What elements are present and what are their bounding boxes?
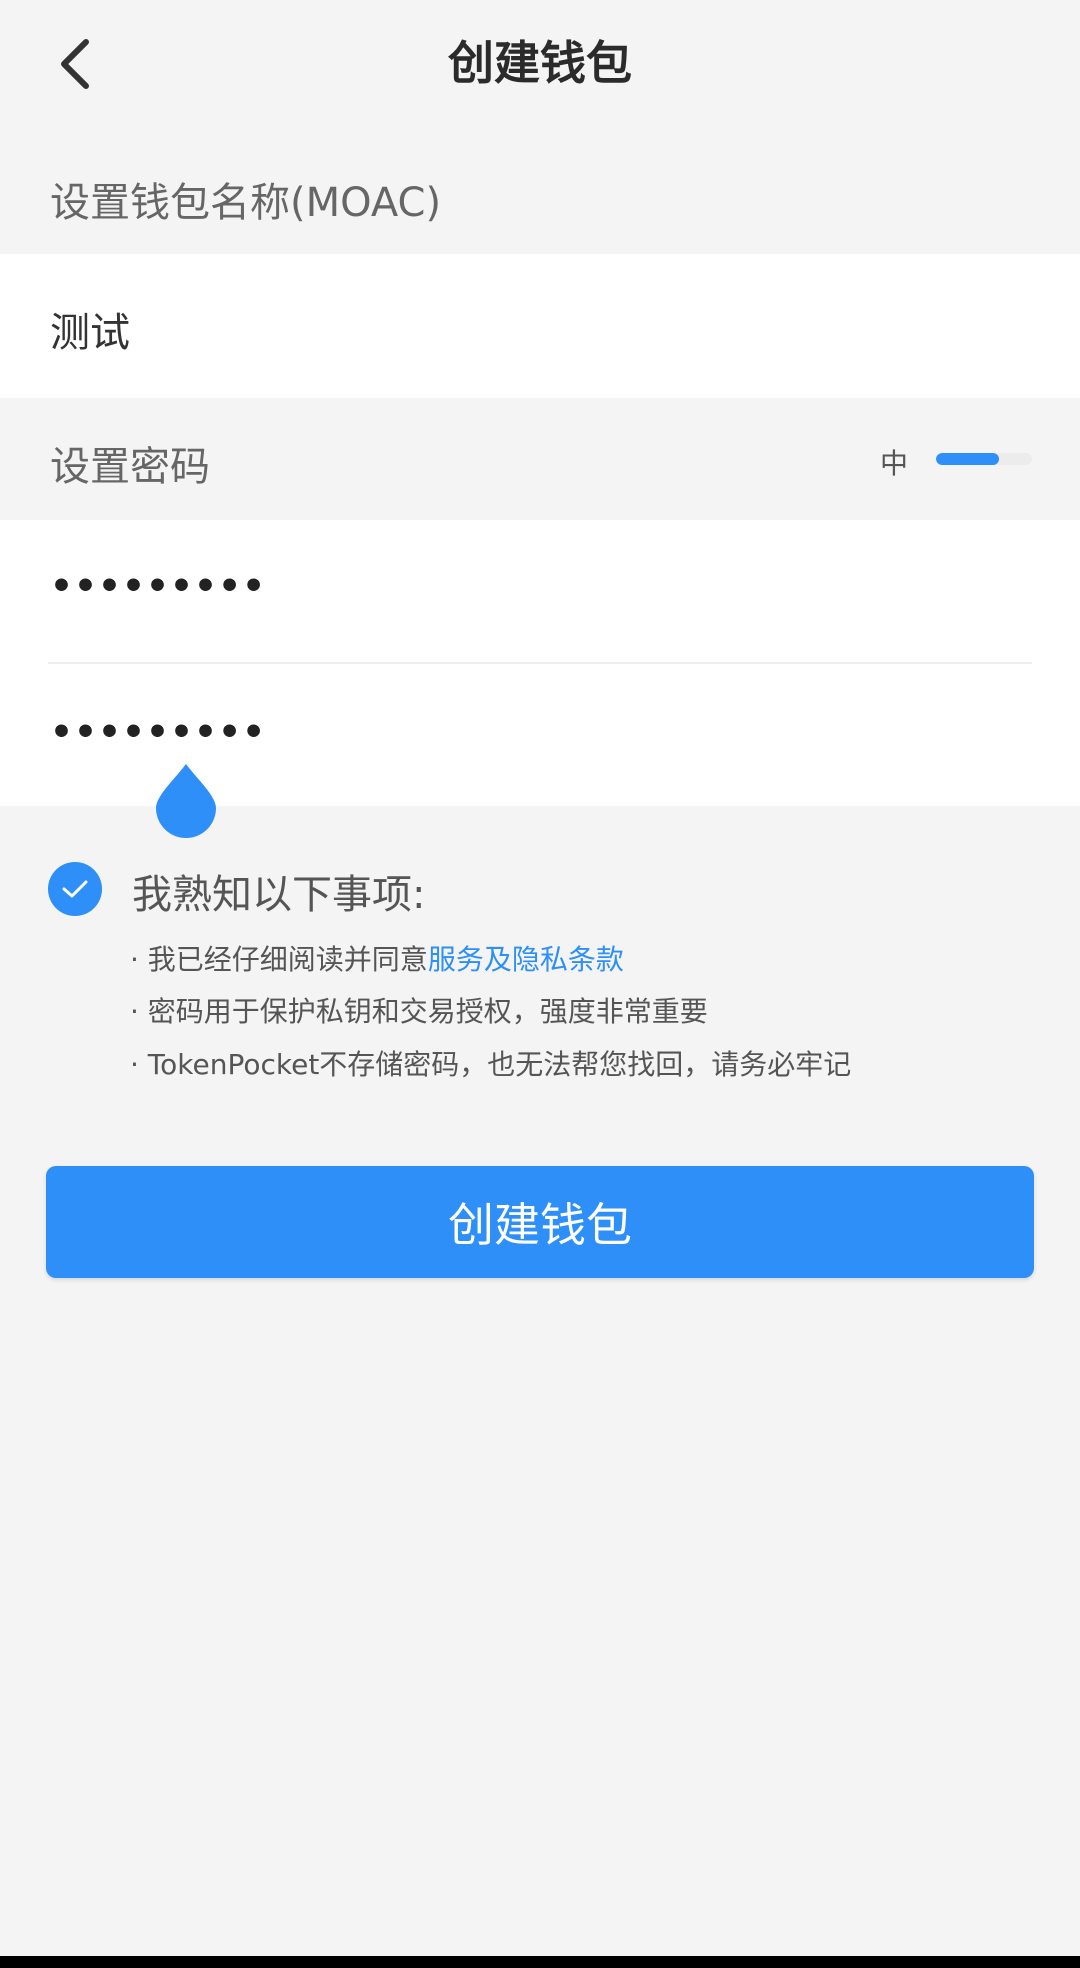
- acknowledge-item-terms-text: · 我已经仔细阅读并同意: [130, 943, 428, 976]
- password-input[interactable]: •••••••••: [50, 566, 266, 607]
- acknowledge-checkbox[interactable]: [48, 862, 102, 916]
- wallet-name-label: 设置钱包名称(MOAC): [50, 180, 442, 226]
- create-wallet-button[interactable]: 创建钱包: [46, 1166, 1034, 1278]
- wallet-name-input[interactable]: 测试: [50, 300, 130, 358]
- password-label: 设置密码: [50, 444, 210, 490]
- text-cursor-handle-icon[interactable]: [154, 762, 218, 838]
- create-wallet-page: 创建钱包 设置钱包名称(MOAC) 测试 设置密码 中 ••••••••• ••…: [0, 0, 1080, 1968]
- system-navigation-bar: [0, 1956, 1080, 1968]
- confirm-password-input[interactable]: •••••••••: [50, 712, 266, 753]
- acknowledge-item-password: · 密码用于保护私钥和交易授权，强度非常重要: [130, 995, 708, 1028]
- page-title: 创建钱包: [448, 36, 632, 90]
- password-strength-bar: [936, 453, 1032, 465]
- acknowledge-item-terms: · 我已经仔细阅读并同意服务及隐私条款: [130, 938, 624, 978]
- check-icon: [62, 880, 88, 898]
- password-strength-text: 中: [880, 447, 909, 480]
- wallet-name-panel: [0, 254, 1080, 398]
- acknowledge-title: 我熟知以下事项:: [132, 872, 426, 918]
- header: 创建钱包: [0, 0, 1080, 128]
- acknowledge-item-storage: · TokenPocket不存储密码，也无法帮您找回，请务必牢记: [130, 1048, 852, 1081]
- password-divider: [48, 662, 1032, 664]
- terms-link[interactable]: 服务及隐私条款: [428, 943, 624, 976]
- password-strength-fill: [936, 453, 1000, 465]
